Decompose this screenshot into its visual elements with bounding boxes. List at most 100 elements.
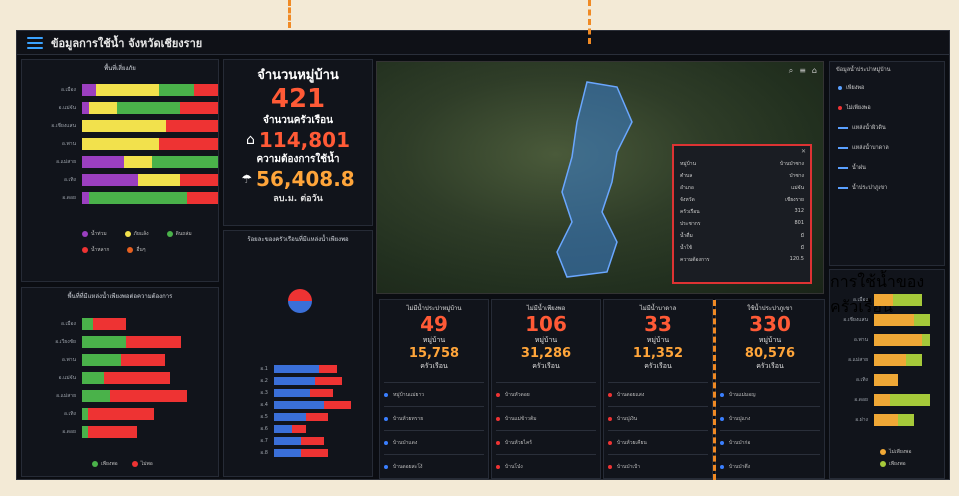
layer-item[interactable]: เพียงพอ (830, 78, 944, 98)
layer-item[interactable]: แหล่งน้ำบาดาล (830, 138, 944, 158)
layer-item[interactable]: น้ำฝน (830, 158, 944, 178)
bar-label: อ.แม่จัน (58, 375, 76, 381)
kpi-list-item[interactable]: บ้านโป่ง (496, 454, 596, 478)
bar-segment-orange (874, 294, 894, 306)
bar-segment (82, 174, 138, 186)
kpi-number: 33 (644, 312, 672, 336)
legend-item: อื่นๆ (127, 246, 146, 254)
bar-segment-green (906, 354, 922, 366)
bar-segment-orange (874, 354, 906, 366)
popup-key: ตำบล (680, 173, 693, 179)
stacked-bar (82, 156, 218, 168)
kpi-unit: หมู่บ้าน (758, 336, 782, 344)
bar-label: อ.ดอย (62, 429, 76, 435)
kpi-list-item[interactable]: บ้านดอยแสง (608, 382, 708, 406)
kpi-unit-2: ครัวเรือน (420, 362, 448, 370)
legend-label: น้ำท่วม (91, 231, 107, 237)
popup-value: 801 (794, 220, 804, 226)
layers-icon[interactable]: ≡ (799, 66, 806, 76)
kpi-number: 49 (420, 312, 448, 336)
kpi-list-item[interactable]: บ้านดอยสะโง้ (384, 454, 484, 478)
legend-item: เพียงพอ (92, 460, 118, 468)
bar-segment (89, 102, 117, 114)
bar-label: อ.เชียงแสน (51, 123, 76, 129)
kpi-unit: หมู่บ้าน (534, 336, 558, 344)
kpi-list-item[interactable]: บ้านห้วยเคียน (608, 430, 708, 454)
bar-label: อ.เชียงแสน (843, 317, 868, 323)
stacked-bar (874, 414, 938, 426)
stacked-bar (82, 336, 192, 348)
bar-label: อ.ดอย (854, 397, 868, 403)
kpi-list-item[interactable]: บ้านปูแกง (720, 406, 820, 430)
pie-chart (288, 289, 312, 313)
layer-item[interactable]: น้ำประปาภูเขา (830, 178, 944, 198)
bar-segment (194, 84, 218, 96)
panel-title: พื้นที่ที่มีแหล่งน้ำเพียงพอต่อความต้องกา… (67, 293, 173, 300)
legend-swatch (82, 247, 88, 253)
search-icon[interactable]: ⌕ (789, 66, 793, 76)
usage-value: 56,408.8 (256, 167, 355, 191)
list-label: บ้านป่าก่อ (729, 439, 751, 446)
popup-close-icon[interactable]: ✕ (801, 148, 806, 155)
legend-swatch (166, 231, 173, 237)
home-icon[interactable]: ⌂ (812, 66, 817, 76)
bar-segment-sufficient (82, 390, 110, 402)
kpi-unit-2: ครัวเรือน (644, 362, 672, 370)
callout-arrow (588, 0, 591, 44)
layer-swatch (838, 127, 848, 129)
kpi-list-item[interactable]: หมู่บ้านแม่ยาว (384, 382, 484, 406)
bar-segment-red (323, 401, 351, 409)
menu-icon[interactable] (27, 36, 43, 49)
popup-key: อำเภอ (680, 185, 694, 191)
layer-swatch (838, 187, 848, 189)
stacked-bar (82, 390, 192, 402)
list-label: บ้านป่าเป้า (617, 463, 641, 470)
popup-value: เชียงราย (785, 197, 804, 203)
layer-label: น้ำประปาภูเขา (852, 185, 888, 191)
layer-item[interactable]: ไม่เพียงพอ (830, 98, 944, 118)
bar-segment-insufficient (87, 426, 137, 438)
legend-label: ดินถล่ม (175, 231, 192, 237)
popup-value: แม่จัน (791, 185, 804, 191)
legend-label: ไม่พอ (140, 461, 153, 467)
bar-segment-insufficient (93, 318, 126, 330)
popup-key: น้ำดื่ม (680, 233, 693, 239)
popup-value: ป่าซาง (789, 173, 804, 179)
pie-slice-blue (288, 301, 312, 313)
map-view[interactable]: ⌕ ≡ ⌂ ✕ หมู่บ้าน บ้านป่าซาง ตำบล ป่าซาง อำเภ… (376, 61, 824, 294)
list-dot (720, 464, 724, 469)
kpi-list-item[interactable]: บ้านห้วยไคร้ (496, 430, 596, 454)
bar-label: อ.เทิง (855, 377, 868, 383)
map-popup[interactable]: ✕ หมู่บ้าน บ้านป่าซาง ตำบล ป่าซาง อำเภอ แม่จั… (672, 144, 812, 284)
bar-segment-red (305, 413, 328, 421)
popup-row: ตำบล ป่าซาง (674, 170, 810, 182)
popup-row: ความต้องการ 120.5 (674, 254, 810, 266)
kpi-list-item[interactable]: บ้านป่าก่อ (720, 430, 820, 454)
bar-segment-sufficient (82, 318, 93, 330)
bar-label: อ.เวียงชัย (55, 339, 76, 345)
kpi-list: บ้านแม่มอญ บ้านปูแกงบ้านป่าก่อบ้านป่าตึง (720, 382, 820, 478)
popup-value: บ้านป่าซาง (779, 161, 804, 167)
list-dot (384, 464, 388, 469)
pie-slice-red (288, 289, 312, 301)
kpi-list-item[interactable]: บ้านป่าเป้า (608, 454, 708, 478)
stacked-bar (82, 120, 218, 132)
bar-segment-blue (274, 401, 324, 409)
kpi-list-item[interactable]: บ้านปูเงิน (608, 406, 708, 430)
kpi-list-item[interactable]: บ้านหัวดอย (496, 382, 596, 406)
bar-segment (166, 120, 218, 132)
villages-count: 421 (270, 84, 326, 114)
stacked-bar (874, 354, 938, 366)
household-usage-panel: การใช้น้ำของครัวเรือน อ.เมือง อ.เชียงแสนอ… (829, 269, 945, 479)
layer-item[interactable]: แหล่งน้ำผิวดิน (830, 118, 944, 138)
kpi-list-item[interactable]: บ้านป่าแดง (384, 430, 484, 454)
kpi-list-item[interactable]: บ้านป่าตึง (720, 454, 820, 478)
kpi-list-item[interactable]: บ้านห้วยทราย (384, 406, 484, 430)
kpi-list-item[interactable]: บ้านแม่มอญ (720, 382, 820, 406)
layer-label: แหล่งน้ำผิวดิน (852, 125, 886, 131)
popup-value: 120.5 (789, 256, 804, 262)
kpi-list-item[interactable]: บ้านแม่ข้าวต้ม (496, 406, 596, 430)
popup-row: ประชากร 801 (674, 218, 810, 230)
bar-label: อ.แม่สาย (56, 393, 76, 399)
bar-label: อ.แม่จัน (58, 105, 76, 111)
